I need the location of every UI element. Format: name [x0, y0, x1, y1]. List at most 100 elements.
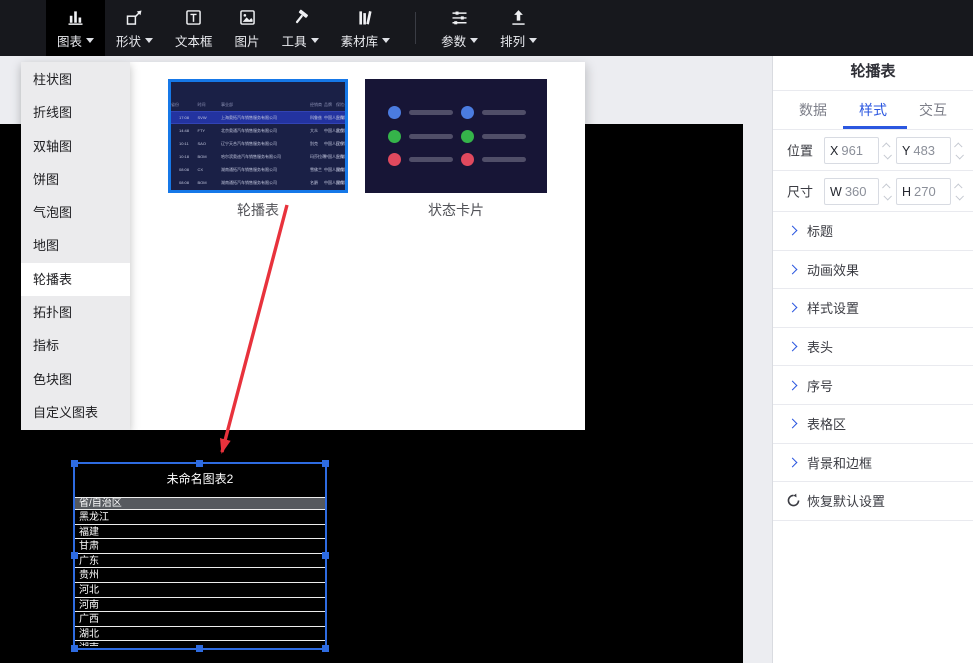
inspector-section-row[interactable]: 动画效果 [773, 251, 973, 290]
status-row [388, 106, 461, 119]
w-label: W [830, 184, 842, 199]
size-h-stepper[interactable] [952, 178, 966, 205]
size-w-input[interactable] [844, 184, 875, 199]
status-dot-blue [388, 106, 401, 119]
resize-handle-bottom-left[interactable] [71, 645, 78, 652]
widget-table-row: 湖北 [75, 626, 325, 642]
cell-dealer: 哈尔滨奥迪汽车销售服务有限公司 [221, 154, 281, 159]
chart-menu-item[interactable]: 地图 [21, 229, 130, 262]
size-w-field[interactable]: W [824, 178, 879, 205]
chart-menu-item[interactable]: 自定义图表 [21, 396, 130, 429]
toolbar-label: 文本框 [175, 34, 213, 49]
toolbar-button-charts[interactable]: 图表 [46, 0, 106, 56]
chart-menu-item[interactable]: 气泡图 [21, 196, 130, 229]
gallery-label-carousel-table: 轮播表 [237, 202, 279, 218]
position-x-input[interactable] [841, 143, 872, 158]
size-w-stepper[interactable] [880, 178, 894, 205]
chevron-right-icon [787, 341, 798, 352]
status-row [460, 106, 534, 119]
shape-export-icon [126, 10, 142, 25]
section-label: 序号 [807, 378, 834, 394]
cell-time: 08:08 [179, 167, 190, 172]
thumbnail-mini-table: 时间 事业部 经销商品牌保险公司 省份 17:08 SVW 上海奥拓汽车销售服务有限公… [171, 82, 345, 190]
cell-time: 17:08 [179, 115, 190, 120]
position-y-field[interactable]: Y [896, 137, 951, 164]
chart-gallery-flyout: 时间 事业部 经销商品牌保险公司 省份 17:08 SVW 上海奥拓汽车销售服务有限公… [130, 62, 585, 430]
status-dot-red [460, 153, 474, 166]
toolbar-button-library[interactable]: 素材库 [330, 0, 402, 56]
carousel-table-thumbnail[interactable]: 时间 事业部 经销商品牌保险公司 省份 17:08 SVW 上海奥拓汽车销售服务有限公… [168, 79, 348, 193]
chevron-right-icon [787, 225, 798, 236]
status-bar [409, 157, 453, 162]
toolbar-label: 排列 [500, 34, 526, 49]
chart-menu-item[interactable]: 双轴图 [21, 130, 130, 163]
textbox-icon [186, 9, 202, 25]
cell-code: BOM [197, 154, 207, 159]
status-card-thumbnail[interactable] [365, 79, 547, 193]
tab-data[interactable]: 数据 [799, 100, 827, 120]
inspector-section-row[interactable]: 样式设置 [773, 289, 973, 328]
reset-defaults-button[interactable]: 恢复默认设置 [773, 482, 973, 521]
resize-handle-middle-left[interactable] [71, 552, 78, 559]
chevron-down-icon [883, 150, 892, 160]
chart-menu-item[interactable]: 拓扑图 [21, 296, 130, 329]
status-row [388, 153, 461, 166]
chevron-down-icon [883, 191, 892, 201]
thumbnail-table-row: 10:18 BOM 哈尔滨奥迪汽车销售服务有限公司 玛莎拉蒂 中国人民保险 上海 [171, 150, 345, 163]
toolbar-button-arrange[interactable]: 排列 [489, 0, 548, 56]
caret-down-icon [86, 37, 95, 43]
chart-menu-item[interactable]: 指标 [21, 329, 130, 362]
arrange-up-icon [512, 9, 525, 25]
toolbar-button-shapes[interactable]: 形状 [105, 0, 164, 56]
cell-brand: 名爵 [310, 180, 318, 185]
status-row [460, 129, 534, 143]
chart-menu-item[interactable]: 轮播表 [21, 262, 130, 297]
inspector-section-row[interactable]: 标题 [773, 212, 973, 251]
resize-handle-middle-right[interactable] [322, 552, 329, 559]
toolbar-button-params[interactable]: 参数 [430, 0, 489, 56]
toolbar-label: 图片 [234, 34, 260, 49]
chart-menu-item[interactable]: 折线图 [21, 96, 130, 129]
status-dot-red [388, 153, 401, 166]
toolbar-button-textbox[interactable]: 文本框 [164, 0, 224, 56]
tab-style[interactable]: 样式 [859, 100, 887, 120]
inspector-section-row[interactable]: 表头 [773, 328, 973, 367]
widget-table-row: 黑龙江 [75, 510, 325, 525]
widget-table-row: 广西 [75, 612, 325, 627]
resize-handle-top-center[interactable] [196, 460, 203, 467]
cell-dealer: 上海奥拓汽车销售服务有限公司 [221, 115, 277, 120]
cell-province: 湖南 [336, 180, 344, 185]
toolbar-label: 工具 [281, 34, 307, 49]
active-tab-underline [843, 126, 907, 129]
cell-dealer: 湖南通拓汽车销售服务有限公司 [221, 180, 277, 185]
thumbnail-table-head: 时间 事业部 经销商品牌保险公司 省份 [171, 99, 345, 110]
cell-province: 北京 [336, 128, 344, 133]
resize-handle-bottom-center[interactable] [196, 645, 203, 652]
position-y-stepper[interactable] [952, 137, 966, 164]
position-x-stepper[interactable] [880, 137, 894, 164]
toolbar-button-tools[interactable]: 工具 [271, 0, 330, 56]
caret-down-icon [470, 37, 479, 43]
toolbar-button-image[interactable]: 图片 [224, 0, 271, 56]
widget-title: 未命名图表2 [166, 472, 234, 486]
chart-menu-item[interactable]: 色块图 [21, 363, 130, 396]
inspector-section-row[interactable]: 背景和边框 [773, 444, 973, 483]
inspector-section-row[interactable]: 表格区 [773, 405, 973, 444]
resize-handle-top-right[interactable] [322, 460, 329, 467]
resize-handle-top-left[interactable] [71, 460, 78, 467]
resize-handle-bottom-right[interactable] [322, 645, 329, 652]
inspector-section-row[interactable]: 序号 [773, 366, 973, 405]
chart-menu-item[interactable]: 柱状图 [21, 63, 130, 96]
chevron-right-icon [787, 303, 798, 313]
tab-interaction[interactable]: 交互 [919, 100, 947, 120]
chart-menu-item[interactable]: 饼图 [21, 163, 130, 196]
size-h-field[interactable]: H [896, 178, 951, 205]
size-h-input[interactable] [914, 184, 945, 199]
status-bar [481, 157, 526, 162]
carousel-table-widget[interactable]: 未命名图表2 省/自治区 黑龙江福建甘肃广东贵州河北河南广西湖北湖南 [71, 460, 329, 652]
caret-down-icon [382, 37, 391, 43]
x-axis-label: X [830, 143, 839, 158]
inspector-sections: 标题 动画效果 样式设置 表头 序号 表格区 背景和边框 [773, 212, 973, 483]
position-x-field[interactable]: X [824, 137, 879, 164]
position-y-input[interactable] [913, 143, 944, 158]
